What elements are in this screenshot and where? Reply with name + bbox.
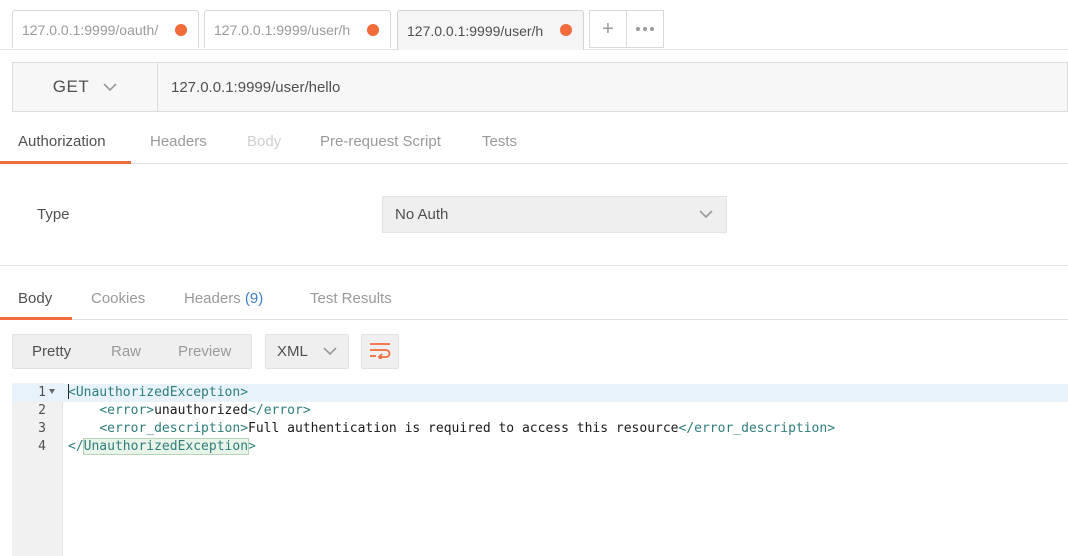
tab-response-headers-label: Headers xyxy=(184,290,241,307)
xml-tag: error_description xyxy=(694,421,828,436)
preview-button[interactable]: Preview xyxy=(178,343,231,360)
response-section-tabs: Body Cookies Headers (9) Test Results xyxy=(0,280,1068,320)
xml-tag: UnauthorizedException xyxy=(82,438,250,455)
tab-options-button[interactable] xyxy=(626,10,664,48)
chevron-down-icon xyxy=(698,206,714,226)
tab-cookies[interactable]: Cookies xyxy=(91,290,145,307)
tab-tests[interactable]: Tests xyxy=(482,133,517,150)
section-divider xyxy=(0,265,1068,266)
tab-response-headers[interactable]: Headers (9) xyxy=(184,290,263,307)
chevron-down-icon xyxy=(103,77,117,97)
active-tab-indicator xyxy=(0,317,72,320)
code-text: <error>unauthorized</error> xyxy=(99,403,311,418)
request-tab-2[interactable]: 127.0.0.1:9999/user/h xyxy=(204,10,391,48)
unsaved-dot-icon xyxy=(175,24,187,36)
more-icon xyxy=(636,27,654,31)
request-tab-bar: 127.0.0.1:9999/oauth/ 127.0.0.1:9999/use… xyxy=(0,0,1068,50)
plus-icon: + xyxy=(602,18,614,40)
format-select[interactable]: XML xyxy=(265,334,349,369)
method-label: GET xyxy=(52,77,90,96)
code-line: 1 <UnauthorizedException> xyxy=(12,384,1068,402)
tab-authorization[interactable]: Authorization xyxy=(18,133,106,150)
xml-tag: error xyxy=(107,403,147,418)
line-number: 2 xyxy=(38,403,46,418)
code-text: <error_description>Full authentication i… xyxy=(99,421,836,436)
code-line: 4 </UnauthorizedException> xyxy=(12,438,1068,456)
request-section-tabs: Authorization Headers Body Pre-request S… xyxy=(0,124,1068,164)
headers-count-badge: (9) xyxy=(244,290,264,307)
pretty-button[interactable]: Pretty xyxy=(32,343,71,360)
auth-type-label: Type xyxy=(37,206,70,223)
url-input[interactable]: 127.0.0.1:9999/user/hello xyxy=(158,63,1067,111)
chevron-down-icon xyxy=(322,343,338,363)
format-value: XML xyxy=(277,343,308,360)
method-select[interactable]: GET xyxy=(13,63,158,111)
active-tab-indicator xyxy=(0,161,131,164)
code-line: 3 <error_description>Full authentication… xyxy=(12,420,1068,438)
tab-prerequest-script[interactable]: Pre-request Script xyxy=(320,133,441,150)
tab-test-results[interactable]: Test Results xyxy=(310,290,392,307)
line-number: 1 xyxy=(38,385,46,400)
xml-value: Full authentication is required to acces… xyxy=(248,421,679,436)
request-tab-label: 127.0.0.1:9999/user/h xyxy=(214,21,351,38)
xml-value: unauthorized xyxy=(154,403,249,418)
unsaved-dot-icon xyxy=(560,24,572,36)
tab-body[interactable]: Body xyxy=(247,133,281,150)
wrap-lines-button[interactable] xyxy=(361,334,399,369)
raw-button[interactable]: Raw xyxy=(111,343,141,360)
unsaved-dot-icon xyxy=(367,24,379,36)
wrap-lines-icon xyxy=(369,341,391,362)
auth-type-value: No Auth xyxy=(395,206,449,223)
request-tab-label: 127.0.0.1:9999/user/h xyxy=(407,22,544,39)
request-tab-label: 127.0.0.1:9999/oauth/ xyxy=(22,21,159,38)
request-bar: GET 127.0.0.1:9999/user/hello xyxy=(12,62,1068,112)
code-text: </UnauthorizedException> xyxy=(68,438,256,455)
fold-arrow-icon[interactable] xyxy=(49,389,55,394)
xml-tag: error_description xyxy=(107,421,241,436)
new-tab-button[interactable]: + xyxy=(589,10,627,48)
auth-type-select[interactable]: No Auth xyxy=(382,196,727,233)
code-text: <UnauthorizedException> xyxy=(68,384,249,400)
xml-tag: error xyxy=(263,403,303,418)
line-number: 4 xyxy=(38,439,46,454)
tab-headers[interactable]: Headers xyxy=(150,133,207,150)
request-tab-1[interactable]: 127.0.0.1:9999/oauth/ xyxy=(12,10,199,48)
code-line: 2 <error>unauthorized</error> xyxy=(12,402,1068,420)
tab-response-body[interactable]: Body xyxy=(18,290,52,307)
request-tab-3[interactable]: 127.0.0.1:9999/user/h xyxy=(397,10,584,50)
response-body-editor[interactable]: 1 <UnauthorizedException> 2 <error>unaut… xyxy=(12,383,1068,556)
xml-tag: UnauthorizedException xyxy=(75,385,241,400)
line-number: 3 xyxy=(38,421,46,436)
response-view-group: Pretty Raw Preview xyxy=(12,334,252,369)
url-text: 127.0.0.1:9999/user/hello xyxy=(171,78,341,96)
